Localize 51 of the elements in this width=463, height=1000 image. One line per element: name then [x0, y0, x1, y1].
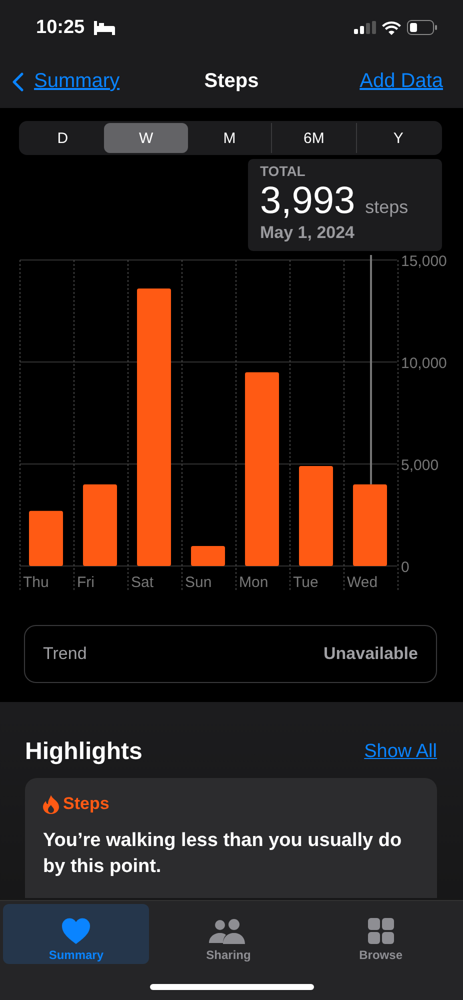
- add-data-link[interactable]: Add Data: [360, 70, 443, 93]
- axis-label: 5,000: [401, 457, 439, 474]
- total-value: 3,993: [260, 179, 356, 223]
- total-label: TOTAL: [260, 163, 306, 179]
- trend-card[interactable]: Trend Unavailable: [24, 625, 437, 683]
- axis-label: Mon: [239, 574, 268, 591]
- axis-label: Sun: [185, 574, 212, 591]
- tab[interactable]: Summary: [3, 904, 150, 964]
- axis-label: Fri: [77, 574, 94, 591]
- highlight-text: You’re walking less than you usually do by this point.: [43, 829, 403, 879]
- period-tab[interactable]: D: [21, 123, 104, 153]
- section-title: Highlights: [25, 738, 142, 766]
- tab[interactable]: Browse: [308, 904, 454, 964]
- axis-label: Wed: [347, 574, 378, 591]
- bar[interactable]: [191, 546, 225, 566]
- highlight-category: Steps: [63, 794, 110, 814]
- flame-icon: [43, 794, 59, 814]
- bar[interactable]: [299, 466, 333, 566]
- total-date: May 1, 2024: [260, 223, 356, 243]
- axis-label: Thu: [23, 574, 49, 591]
- tab[interactable]: Sharing: [155, 904, 302, 964]
- back-link[interactable]: Summary: [12, 70, 120, 93]
- show-all-link[interactable]: Show All: [364, 741, 437, 763]
- axis-label: 10,000: [401, 355, 447, 372]
- wifi-icon: [382, 20, 401, 34]
- people-icon: [209, 919, 248, 944]
- trend-label: Trend: [43, 644, 87, 664]
- heart-icon: [62, 918, 90, 944]
- page-title: Steps: [204, 70, 259, 93]
- period-tab[interactable]: W: [104, 123, 188, 153]
- axis-label: 15,000: [401, 255, 447, 270]
- bed-icon: [92, 20, 115, 34]
- trend-value: Unavailable: [324, 644, 418, 664]
- axis-label: Sat: [131, 574, 154, 591]
- status-time: 10:25: [36, 16, 85, 38]
- back-chevron-icon: [12, 72, 24, 92]
- grid-icon: [368, 918, 394, 944]
- bar[interactable]: [137, 288, 171, 566]
- signal-icon: [354, 21, 376, 34]
- bar[interactable]: [353, 484, 387, 566]
- period-tab[interactable]: Y: [356, 123, 440, 153]
- highlight-card[interactable]: Steps You’re walking less than you usually do by this point.: [25, 778, 437, 898]
- total-unit: steps: [365, 197, 408, 218]
- axis-label: 0: [401, 559, 410, 576]
- bar[interactable]: [83, 484, 117, 566]
- axis-label: Tue: [293, 574, 318, 591]
- battery-icon: [407, 20, 437, 35]
- period-tab[interactable]: M: [188, 123, 272, 153]
- bar[interactable]: [29, 510, 63, 566]
- bar[interactable]: [245, 372, 279, 566]
- period-tab[interactable]: 6M: [271, 123, 356, 153]
